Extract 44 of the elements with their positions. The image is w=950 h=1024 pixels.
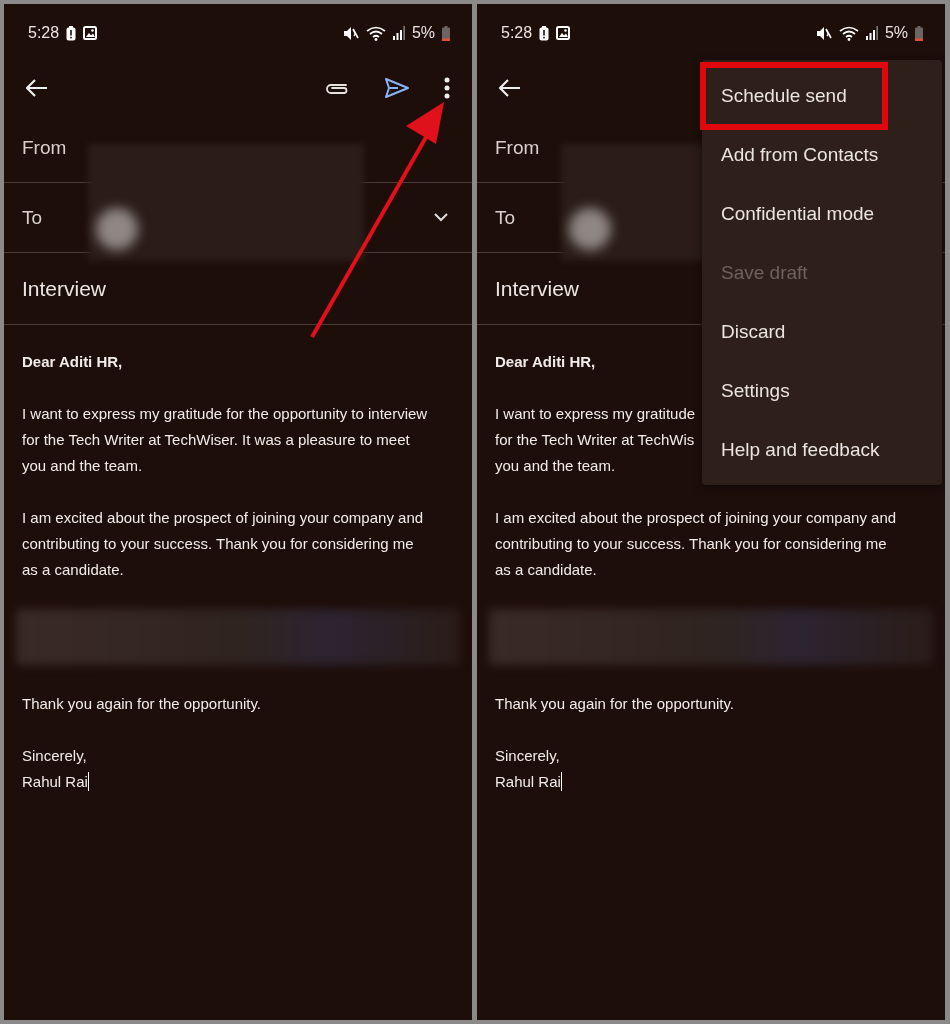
more-icon[interactable] <box>444 77 450 99</box>
from-label: From <box>495 137 540 159</box>
from-label: From <box>22 137 67 159</box>
wifi-icon <box>838 25 859 41</box>
body-paragraph: Dear Aditi HR, <box>495 352 596 372</box>
signal-icon <box>392 26 405 40</box>
image-icon <box>556 26 571 40</box>
status-time: 5:28 <box>28 24 60 42</box>
menu-item[interactable]: Discard <box>702 302 942 361</box>
body-paragraph: I want to express my gratitude for the opportunity to interview for the Tech Writer at TechWiser. It was a pleasure to meet you and the team. <box>22 404 428 476</box>
send-icon[interactable] <box>384 77 410 99</box>
to-label: To <box>495 206 516 229</box>
body-paragraph: I want to express my gratitude for the Tech Writer at TechWis you and the team. <box>495 404 696 476</box>
menu-item[interactable]: Confidential mode <box>702 184 942 243</box>
status-time: 5:28 <box>501 24 533 42</box>
battery-icon <box>442 25 450 41</box>
image-icon <box>83 26 98 40</box>
mute-icon <box>815 25 832 41</box>
body-paragraph: Thank you again for the opportunity. <box>495 694 735 714</box>
subject-text[interactable]: Interview <box>495 276 580 301</box>
body-paragraph: Sincerely, Rahul Rai <box>22 746 90 793</box>
battery-percentage: 5% <box>884 24 908 42</box>
to-label: To <box>22 206 43 229</box>
subject-text[interactable]: Interview <box>22 276 107 301</box>
body-paragraph: Sincerely, Rahul Rai <box>495 746 563 793</box>
body-paragraph: I am excited about the prospect of joining your company and contributing to your success. Thank you for considering me as a candidate. <box>495 508 897 580</box>
battery-alert-icon <box>66 25 77 41</box>
paperclip-icon[interactable] <box>324 81 350 95</box>
menu-item[interactable]: Help and feedback <box>702 420 942 479</box>
menu-item[interactable]: Schedule send <box>702 66 942 125</box>
menu-item[interactable]: Settings <box>702 361 942 420</box>
menu-item[interactable]: Add from Contacts <box>702 125 942 184</box>
battery-percentage: 5% <box>411 24 435 42</box>
battery-icon <box>915 25 923 41</box>
body-paragraph: Dear Aditi HR, <box>22 352 123 372</box>
body-paragraph: Thank you again for the opportunity. <box>22 694 262 714</box>
back-arrow-icon[interactable] <box>499 79 521 97</box>
mute-icon <box>342 25 359 41</box>
back-arrow-icon[interactable] <box>26 79 48 97</box>
chevron-down-icon[interactable] <box>434 213 448 222</box>
body-paragraph: I am excited about the prospect of joining your company and contributing to your success. Thank you for considering me as a candidate. <box>22 508 424 580</box>
signal-icon <box>865 26 878 40</box>
battery-alert-icon <box>539 25 550 41</box>
wifi-icon <box>365 25 386 41</box>
